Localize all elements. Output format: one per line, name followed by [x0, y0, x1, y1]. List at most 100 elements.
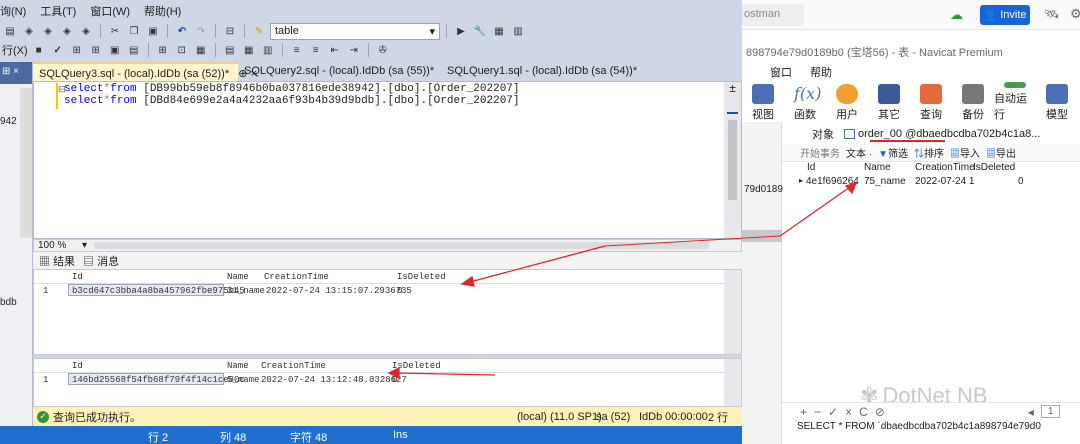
- column-header-isdeleted[interactable]: IsDeleted: [973, 162, 1015, 173]
- page-number-field[interactable]: 1: [1040, 405, 1061, 418]
- results-file-icon[interactable]: ▥: [260, 43, 276, 57]
- backup-button[interactable]: 备份: [952, 82, 994, 122]
- sql-editor[interactable]: ⊟ select*from [DB99bb59eb8f8946b0ba03781…: [33, 81, 742, 239]
- zoom-level[interactable]: 100 %: [38, 240, 66, 251]
- navicat-data-grid[interactable]: Id Name CreationTime IsDeleted ▸ 4e1f696…: [797, 162, 1080, 402]
- cell-name[interactable]: 5_name: [227, 375, 259, 385]
- outdent-icon[interactable]: ⇤: [327, 43, 343, 57]
- menu-query[interactable]: 询(N): [0, 3, 26, 19]
- view-button[interactable]: 视图: [742, 82, 784, 122]
- indent-icon[interactable]: ⇥: [346, 43, 362, 57]
- results-grid-icon[interactable]: ▦: [241, 43, 257, 57]
- model-button[interactable]: 模型: [1036, 82, 1078, 122]
- query-options-icon[interactable]: ▣: [107, 43, 123, 57]
- db-query-icon[interactable]: ◈: [40, 24, 56, 38]
- menu-help[interactable]: 帮助(H): [144, 3, 181, 19]
- satellite-icon[interactable]: 🛰: [1044, 7, 1059, 21]
- column-header-name[interactable]: Name: [227, 361, 249, 371]
- tab-objects[interactable]: 对象: [812, 126, 834, 142]
- cell-id[interactable]: 4e1f696264: [806, 176, 859, 187]
- export-button[interactable]: ▦导出: [986, 145, 1016, 160]
- cell-id[interactable]: b3cd647c3bba4a8ba457962fbe975b45: [72, 286, 245, 296]
- horizontal-scrollbar[interactable]: [94, 242, 709, 249]
- gear-icon[interactable]: ⚙: [1070, 6, 1080, 22]
- template-icon[interactable]: ✇: [375, 43, 391, 57]
- execute-icon[interactable]: ▶: [453, 24, 469, 38]
- client-stats-icon[interactable]: ⊡: [174, 43, 190, 57]
- other-button[interactable]: 其它: [868, 82, 910, 122]
- tab-results[interactable]: ▦ 结果: [39, 253, 75, 269]
- object-explorer-scrollbar[interactable]: [20, 88, 32, 238]
- discard-button[interactable]: ×: [845, 405, 852, 419]
- cell-creationtime[interactable]: 2022-07-24 13:12:48.8328627: [261, 375, 407, 385]
- grid-scrollbar[interactable]: [724, 359, 741, 406]
- refresh-button[interactable]: C: [859, 405, 868, 419]
- tree-node-text[interactable]: bdb: [0, 297, 17, 308]
- new-query-icon[interactable]: ▤: [2, 24, 18, 38]
- query-button[interactable]: 查询: [910, 82, 952, 122]
- menu-help[interactable]: 帮助: [810, 64, 832, 82]
- menu-tools[interactable]: 工具(T): [40, 3, 76, 19]
- wrench-icon[interactable]: 🔧: [472, 24, 488, 38]
- db-query-icon[interactable]: ◈: [78, 24, 94, 38]
- cut-icon[interactable]: ✂: [107, 24, 123, 38]
- menu-window[interactable]: 窗口: [770, 64, 792, 82]
- column-header-isdeleted[interactable]: IsDeleted: [392, 361, 441, 371]
- chevron-down-icon[interactable]: ▾: [82, 240, 87, 251]
- invite-button[interactable]: 👤 Invite: [980, 5, 1030, 25]
- uncomment-icon[interactable]: ≡: [308, 43, 324, 57]
- paste-icon[interactable]: ▣: [145, 24, 161, 38]
- cell-name[interactable]: 31_name: [227, 286, 265, 296]
- plan-icon[interactable]: ⊞: [69, 43, 85, 57]
- editor-scrollbar[interactable]: ±: [724, 82, 741, 238]
- results-grid-icon[interactable]: ▦: [193, 43, 209, 57]
- column-header-id[interactable]: Id: [72, 272, 83, 282]
- split-icon[interactable]: ±: [724, 82, 741, 94]
- results-to-text-icon[interactable]: ▤: [126, 43, 142, 57]
- db-query-icon[interactable]: ◈: [21, 24, 37, 38]
- add-record-button[interactable]: +: [800, 405, 807, 419]
- text-button[interactable]: 文本 ·: [846, 145, 872, 160]
- tab-sqlquery3[interactable]: SQLQuery3.sql - (local).IdDb (sa (52))* …: [33, 62, 257, 81]
- cell-creationtime[interactable]: 2022-07-24 1: [915, 176, 975, 187]
- tab-table[interactable]: order_00 @dbaedbcdba702b4c1a8...: [844, 128, 1040, 140]
- column-header-creationtime[interactable]: CreationTime: [264, 272, 329, 282]
- column-header-id[interactable]: Id: [807, 162, 815, 173]
- column-header-id[interactable]: Id: [72, 361, 83, 371]
- cell-id[interactable]: 146bd25568f54fb68f79f4f14c1ce80c: [72, 375, 245, 385]
- apply-button[interactable]: ✓: [828, 405, 838, 419]
- begin-transaction-button[interactable]: 开始事务: [800, 145, 840, 160]
- prev-page-icon[interactable]: ◂: [1028, 405, 1034, 419]
- selected-node-highlight[interactable]: [742, 230, 782, 242]
- find-icon[interactable]: ✎: [251, 24, 267, 38]
- cell-isdeleted[interactable]: 0: [1018, 176, 1024, 187]
- results-text-icon[interactable]: ▤: [222, 43, 238, 57]
- db-query-icon[interactable]: ◈: [59, 24, 75, 38]
- menu-window[interactable]: 窗口(W): [90, 3, 130, 19]
- column-header-name[interactable]: Name: [864, 162, 891, 173]
- function-button[interactable]: f(x) 函数: [784, 82, 826, 122]
- scrollbar-thumb[interactable]: [728, 120, 737, 200]
- comment-icon[interactable]: ≡: [289, 43, 305, 57]
- tree-node-text[interactable]: 942: [0, 116, 17, 127]
- column-header-creationtime[interactable]: CreationTime: [915, 162, 975, 173]
- copy-icon[interactable]: ❐: [126, 24, 142, 38]
- stop-button[interactable]: ⊘: [875, 405, 885, 419]
- results-grid-1[interactable]: Id Name CreationTime IsDeleted 1 b3cd647…: [33, 269, 742, 355]
- tab-sqlquery1[interactable]: SQLQuery1.sql - (local).IdDb (sa (54))*: [441, 62, 741, 81]
- sort-button[interactable]: ⇅排序: [914, 145, 944, 160]
- include-plan-icon[interactable]: ⊞: [155, 43, 171, 57]
- cell-isdeleted[interactable]: 0: [397, 286, 402, 296]
- delete-record-button[interactable]: −: [814, 405, 821, 419]
- import-button[interactable]: ▦导入: [950, 145, 980, 160]
- search-box[interactable]: ostman: [742, 4, 804, 26]
- redo-icon[interactable]: ↷: [193, 24, 209, 38]
- undo-icon[interactable]: ↶: [174, 24, 190, 38]
- properties-icon[interactable]: ▦: [491, 24, 507, 38]
- tab-messages[interactable]: ▤ 消息: [83, 253, 119, 269]
- sync-icon[interactable]: ☁: [950, 7, 963, 23]
- plan-icon[interactable]: ⊞: [88, 43, 104, 57]
- pin-icon[interactable]: ⊞ ×: [2, 66, 19, 77]
- layout-icon[interactable]: ▥: [510, 24, 526, 38]
- cell-isdeleted[interactable]: 0: [392, 375, 397, 385]
